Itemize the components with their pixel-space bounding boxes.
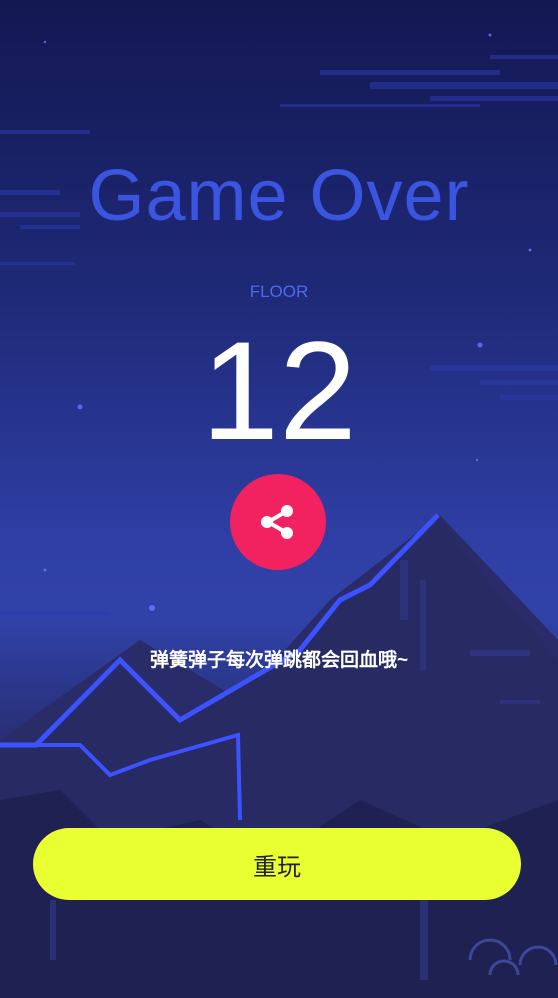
share-button[interactable] (230, 474, 326, 570)
replay-button[interactable]: 重玩 (33, 828, 521, 900)
game-over-title: Game Over (88, 156, 470, 236)
share-icon (261, 505, 293, 539)
tip-text: 弹簧弹子每次弹跳都会回血哦~ (149, 650, 409, 671)
floor-score: 12 (201, 312, 357, 469)
floor-label: FLOOR (249, 282, 309, 301)
